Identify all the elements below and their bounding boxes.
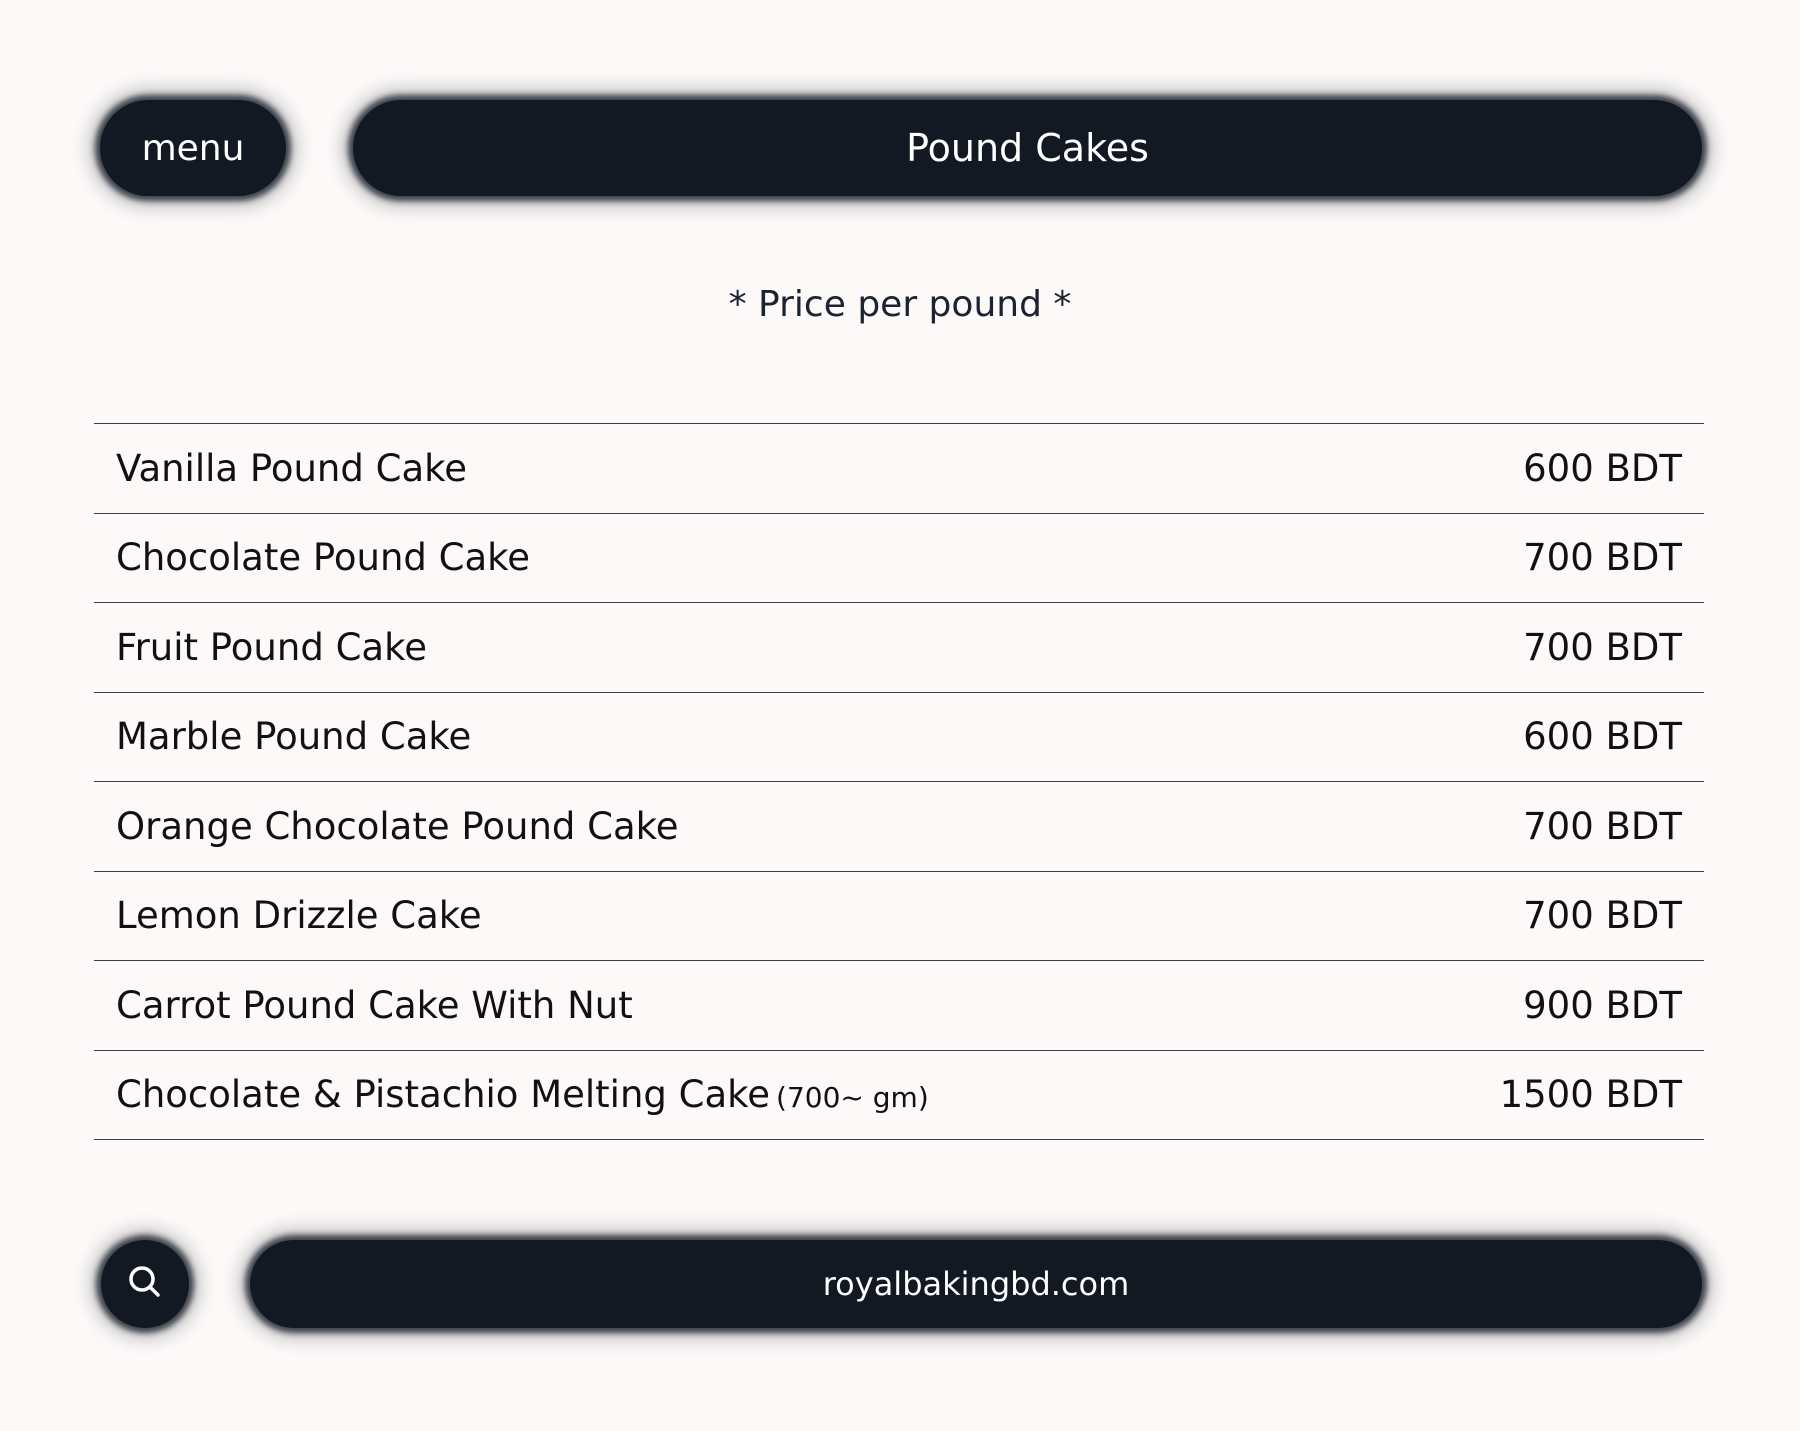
item-name: Chocolate & Pistachio Melting Cake	[116, 1073, 771, 1117]
website-link[interactable]: royalbakingbd.com	[250, 1240, 1702, 1328]
item-price: 700 BDT	[1523, 536, 1682, 580]
item-name-wrap: Vanilla Pound Cake	[116, 447, 467, 490]
item-name: Marble Pound Cake	[116, 715, 472, 759]
item-price: 1500 BDT	[1499, 1073, 1682, 1117]
website-url: royalbakingbd.com	[822, 1265, 1130, 1303]
item-name: Chocolate Pound Cake	[116, 536, 531, 580]
item-price: 600 BDT	[1523, 715, 1682, 759]
price-row: Marble Pound Cake 600 BDT	[94, 693, 1704, 782]
item-name-wrap: Chocolate & Pistachio Melting Cake (700~ …	[116, 1073, 929, 1116]
item-name: Lemon Drizzle Cake	[116, 894, 482, 938]
item-name-wrap: Orange Chocolate Pound Cake	[116, 805, 679, 848]
price-row: Orange Chocolate Pound Cake 700 BDT	[94, 782, 1704, 872]
menu-button[interactable]: menu	[100, 100, 286, 196]
item-price: 600 BDT	[1523, 446, 1682, 490]
price-row: Carrot Pound Cake With Nut 900 BDT	[94, 961, 1704, 1051]
item-name-wrap: Marble Pound Cake	[116, 715, 471, 758]
item-name: Orange Chocolate Pound Cake	[116, 804, 679, 848]
item-name-wrap: Fruit Pound Cake	[116, 626, 427, 669]
item-price: 700 BDT	[1523, 804, 1682, 848]
price-row: Chocolate Pound Cake 700 BDT	[94, 514, 1704, 603]
item-price: 700 BDT	[1523, 625, 1682, 669]
item-name-wrap: Lemon Drizzle Cake	[116, 894, 482, 937]
menu-button-label: menu	[141, 127, 245, 169]
price-row: Chocolate & Pistachio Melting Cake (700~ …	[94, 1051, 1704, 1140]
price-row: Vanilla Pound Cake 600 BDT	[94, 424, 1704, 514]
item-name-wrap: Chocolate Pound Cake	[116, 536, 530, 579]
page-title-bar: Pound Cakes	[353, 100, 1702, 196]
search-icon	[125, 1262, 165, 1306]
price-row: Lemon Drizzle Cake 700 BDT	[94, 872, 1704, 961]
price-row: Fruit Pound Cake 700 BDT	[94, 603, 1704, 693]
item-weight-note: (700~ gm)	[776, 1081, 929, 1115]
price-note: * Price per pound *	[728, 284, 1072, 325]
item-price: 900 BDT	[1523, 983, 1682, 1027]
search-button[interactable]	[101, 1240, 189, 1328]
item-price: 700 BDT	[1523, 894, 1682, 938]
item-name: Fruit Pound Cake	[116, 625, 427, 669]
price-list: Vanilla Pound Cake 600 BDT Chocolate Pou…	[94, 423, 1704, 1140]
item-name: Carrot Pound Cake With Nut	[116, 983, 633, 1027]
page-title: Pound Cakes	[906, 126, 1149, 170]
item-name: Vanilla Pound Cake	[116, 446, 467, 490]
item-name-wrap: Carrot Pound Cake With Nut	[116, 984, 633, 1027]
